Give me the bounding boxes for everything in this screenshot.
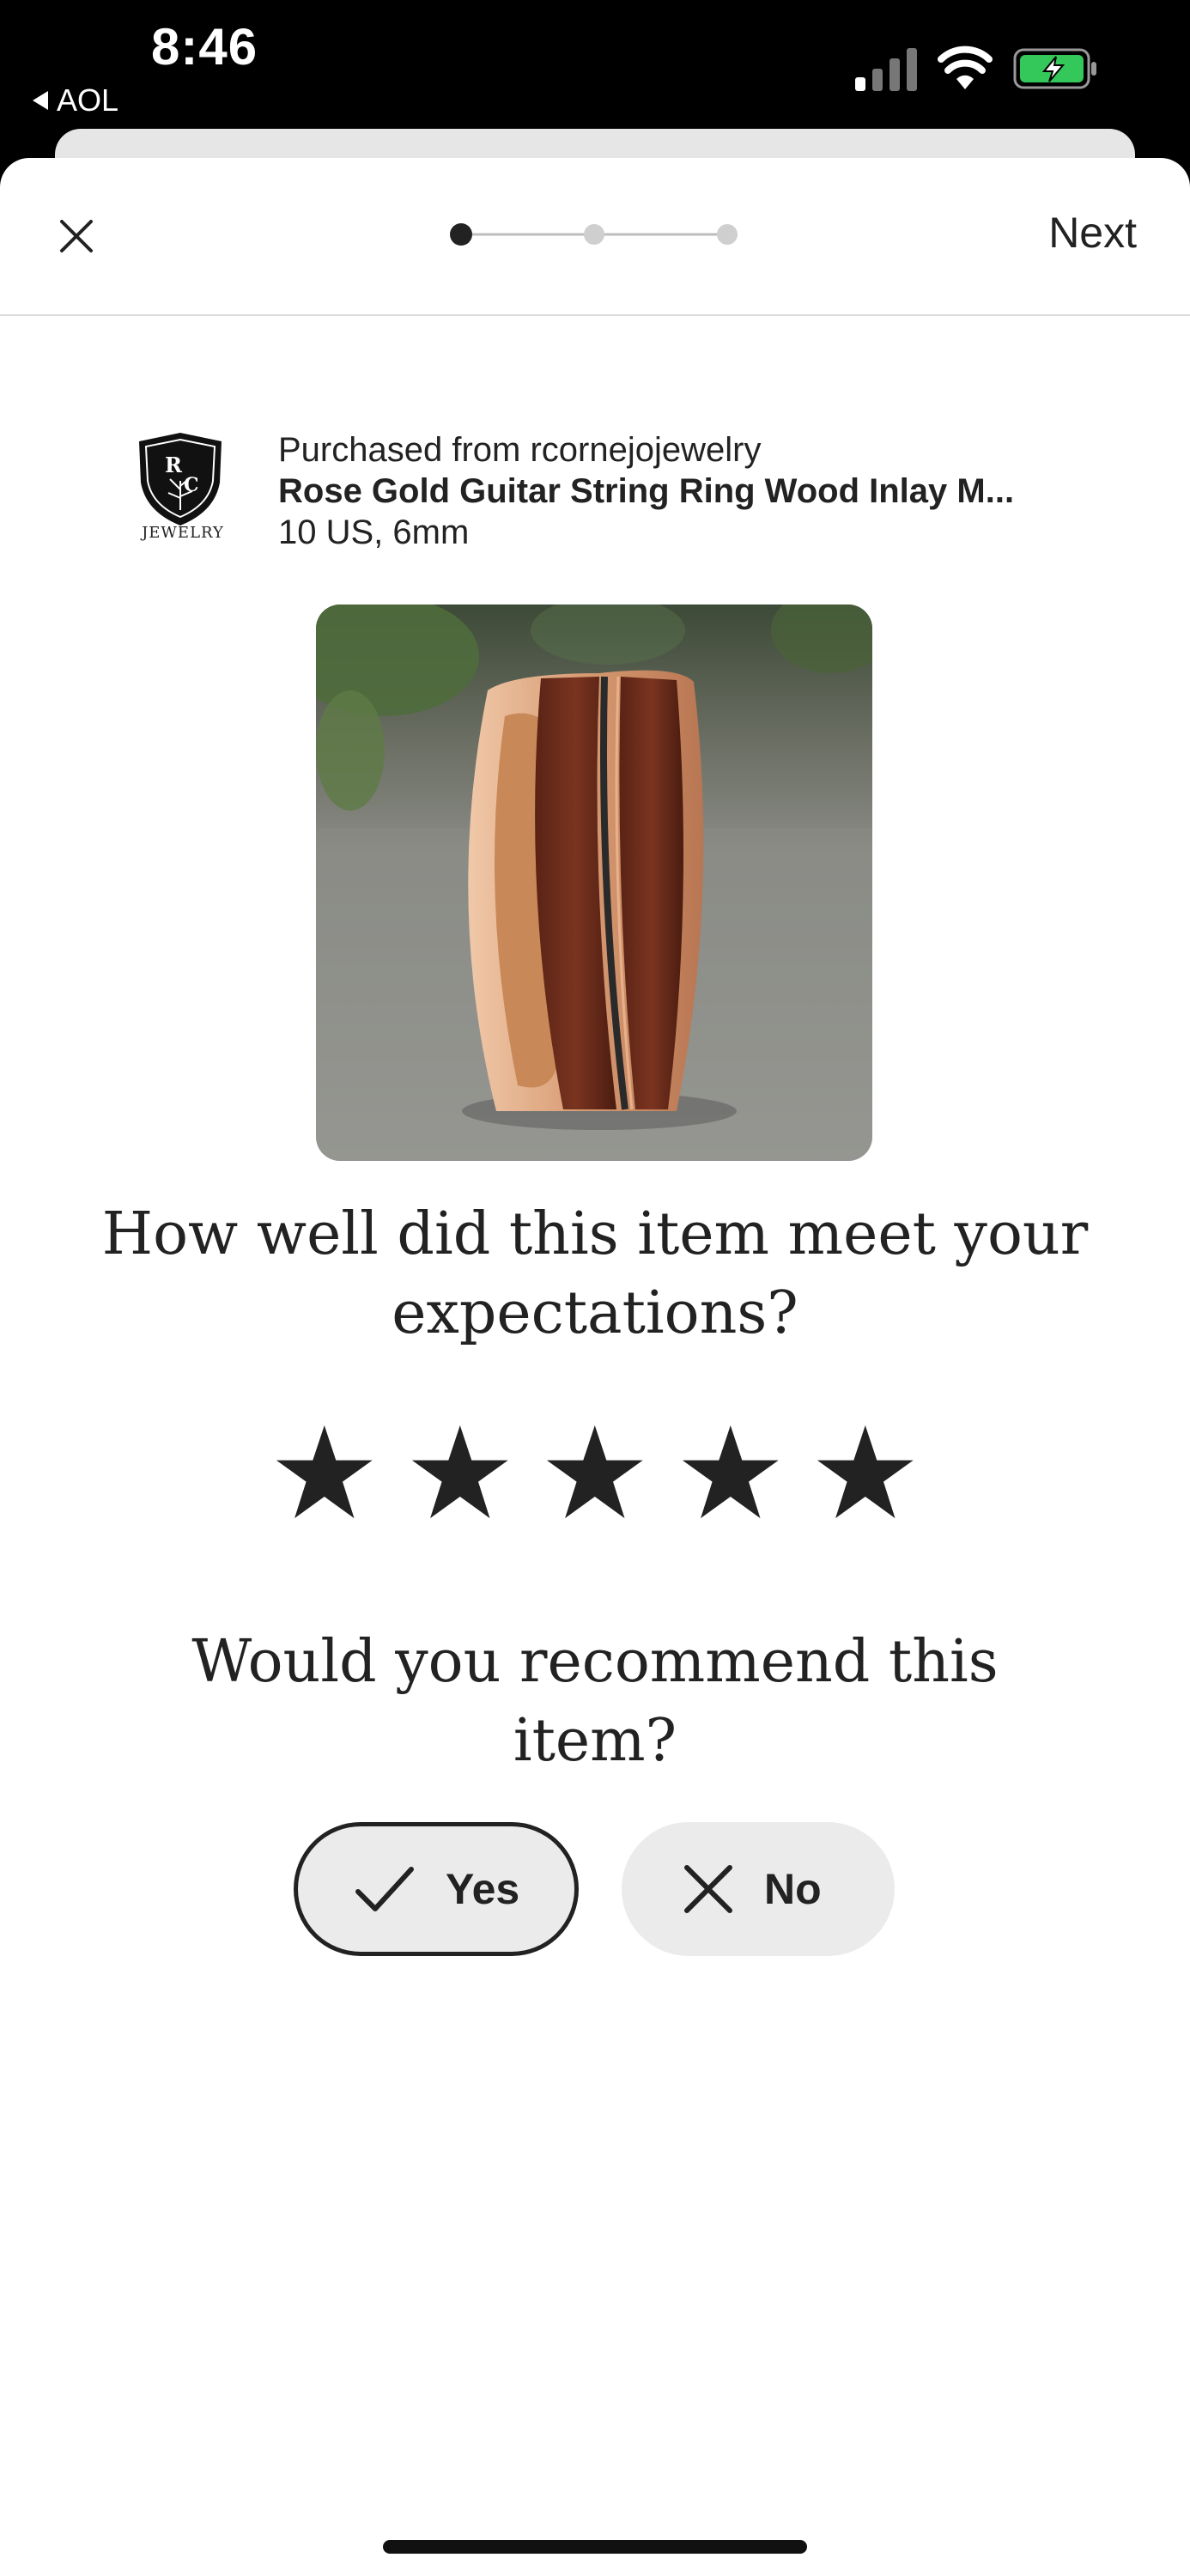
x-icon xyxy=(684,1865,732,1913)
recommend-options: Yes No xyxy=(294,1822,895,1959)
status-time: 8:46 xyxy=(151,18,258,76)
battery-charging-icon xyxy=(1013,48,1096,89)
review-header: Next xyxy=(0,158,1190,316)
star-2-icon[interactable] xyxy=(409,1420,512,1527)
signal-icon xyxy=(855,48,917,91)
home-indicator[interactable] xyxy=(383,2540,807,2554)
rating-question: How well did this item meet your expecta… xyxy=(101,1200,1089,1347)
next-button[interactable]: Next xyxy=(1048,208,1137,258)
star-1-icon[interactable] xyxy=(273,1420,376,1527)
purchase-text: Purchased from rcornejojewelry Rose Gold… xyxy=(278,429,1102,553)
svg-text:R: R xyxy=(165,453,183,477)
step-dot-3 xyxy=(717,224,738,245)
star-4-icon[interactable] xyxy=(679,1420,782,1527)
back-arrow-icon xyxy=(33,91,48,110)
no-label: No xyxy=(764,1865,822,1913)
shop-logo-text: JEWELRY xyxy=(142,524,224,542)
star-5-icon[interactable] xyxy=(814,1420,917,1527)
wifi-icon xyxy=(938,46,993,89)
recommend-no-button[interactable]: No xyxy=(622,1822,895,1956)
item-variation: 10 US, 6mm xyxy=(278,513,470,551)
recommend-yes-button[interactable]: Yes xyxy=(294,1822,579,1956)
back-to-app-link[interactable]: AOL xyxy=(33,82,118,118)
back-app-label: AOL xyxy=(57,82,119,118)
star-3-icon[interactable] xyxy=(543,1420,647,1527)
star-rating xyxy=(273,1420,917,1532)
product-image xyxy=(316,605,872,1161)
item-title[interactable]: Rose Gold Guitar String Ring Wood Inlay … xyxy=(278,471,1102,512)
purchased-from-label[interactable]: Purchased from rcornejojewelry xyxy=(278,429,1102,471)
status-bar: 8:46 AOL xyxy=(0,0,1190,129)
step-progress-indicator xyxy=(450,223,738,246)
step-dot-2 xyxy=(584,224,604,245)
step-dot-1 xyxy=(450,223,472,246)
close-icon[interactable] xyxy=(52,211,101,261)
checkmark-icon xyxy=(355,1867,414,1911)
recommend-question: Would you recommend this item? xyxy=(191,1628,999,1775)
yes-label: Yes xyxy=(446,1865,520,1913)
purchase-info: R C JEWELRY Purchased from rcornejojewel… xyxy=(129,429,1090,551)
